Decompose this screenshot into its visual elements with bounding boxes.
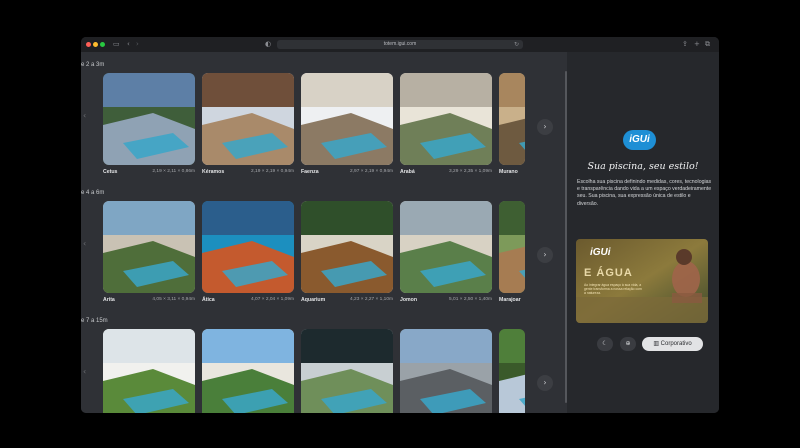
pool-card[interactable]: Arita 4,05 × 3,11 × 0,94m [103, 201, 195, 303]
pool-card[interactable] [103, 329, 195, 413]
pool-dimensions: 4,07 × 2,04 × 1,09m [251, 297, 294, 302]
corporate-button[interactable]: ▥ Corporativo [642, 337, 703, 351]
corporate-label: Corporativo [660, 341, 692, 347]
tab-overview-icon[interactable]: ⧉ [705, 39, 710, 50]
scroll-left-button[interactable]: ‹ [83, 236, 93, 252]
browser-titlebar: ▭ ‹ › ◐ totem.igui.com ↻ ⇪ + ⧉ [81, 37, 719, 52]
pool-photo[interactable] [301, 201, 393, 293]
pool-dimensions: 2,19 × 2,19 × 0,94m [251, 169, 294, 174]
pool-catalog: e 2 a 3m ‹ Cetus 2,19 × 2,11 × 0,86m Kéramos… [81, 52, 567, 413]
promo-title: E ÁGUA [584, 267, 633, 279]
pool-dimensions: 2,97 × 2,19 × 0,94m [350, 169, 393, 174]
pool-dimensions: 5,01 × 2,50 × 1,40m [449, 297, 492, 302]
pool-dimensions: 3,29 × 2,35 × 1,09m [449, 169, 492, 174]
sidebar-toggle-icon[interactable]: ▭ [113, 39, 120, 50]
moon-icon: ☾ [602, 340, 608, 347]
pool-photo[interactable] [499, 329, 525, 413]
pool-name: Marajoar [499, 297, 521, 303]
pool-photo[interactable] [400, 73, 492, 165]
building-icon: ▥ [653, 340, 659, 347]
shield-icon[interactable]: ◐ [265, 39, 271, 50]
scroll-right-button[interactable]: › [537, 375, 553, 391]
zoom-window-button[interactable] [100, 42, 105, 47]
pool-photo[interactable] [202, 201, 294, 293]
pool-photo[interactable] [103, 329, 195, 413]
new-tab-icon[interactable]: + [694, 39, 700, 50]
pool-card[interactable]: Faenza 2,97 × 2,19 × 0,94m [301, 73, 393, 175]
pool-dimensions: 4,05 × 3,11 × 0,94m [152, 297, 195, 302]
pool-photo[interactable] [499, 201, 525, 293]
pool-photo[interactable] [400, 201, 492, 293]
pool-photo[interactable] [400, 329, 492, 413]
pool-name: Jomon [400, 297, 418, 303]
tagline: Sua piscina, seu estilo! [587, 161, 699, 172]
minimize-window-button[interactable] [93, 42, 98, 47]
pool-card[interactable]: Kéramos 2,19 × 2,19 × 0,94m [202, 73, 294, 175]
pool-card[interactable]: Cetus 2,19 × 2,11 × 0,86m [103, 73, 195, 175]
pool-name: Murano [499, 169, 518, 175]
pool-card[interactable]: Ática 4,07 × 2,04 × 1,09m [202, 201, 294, 303]
scroll-right-button[interactable]: › [537, 247, 553, 263]
close-window-button[interactable] [86, 42, 91, 47]
pool-card[interactable] [301, 329, 393, 413]
pool-card[interactable] [202, 329, 294, 413]
pool-name: Faenza [301, 169, 319, 175]
forward-icon[interactable]: › [136, 39, 139, 50]
pool-photo[interactable] [202, 329, 294, 413]
back-icon[interactable]: ‹ [127, 39, 130, 50]
globe-icon: ⊕ [625, 340, 631, 347]
pool-photo[interactable] [301, 329, 393, 413]
browser-window: ▭ ‹ › ◐ totem.igui.com ↻ ⇪ + ⧉ e 2 a 3m ‹… [81, 37, 719, 413]
reload-icon[interactable]: ↻ [514, 39, 519, 50]
pool-photo[interactable] [103, 201, 195, 293]
pool-name: Ática [202, 297, 215, 303]
promo-image[interactable]: iGUi E ÁGUA Ao integrar água espaço à su… [576, 239, 708, 323]
pool-name: Arita [103, 297, 115, 303]
pool-card[interactable]: Arabá 3,29 × 2,35 × 1,09m [400, 73, 492, 175]
section-label: e 2 a 3m [81, 62, 105, 68]
pool-name: Aquarium [301, 297, 326, 303]
pool-dimensions: 4,23 × 2,27 × 1,10m [350, 297, 393, 302]
pool-photo[interactable] [301, 73, 393, 165]
language-button[interactable]: ⊕ [620, 337, 636, 351]
scroll-left-button[interactable]: ‹ [83, 108, 93, 124]
scroll-right-button[interactable]: › [537, 119, 553, 135]
pool-card[interactable]: Murano [499, 73, 567, 175]
description: Escolha sua piscina definindo medidas, c… [577, 179, 712, 207]
pool-card[interactable] [400, 329, 492, 413]
pool-photo[interactable] [202, 73, 294, 165]
url-text: totem.igui.com [383, 41, 417, 47]
share-icon[interactable]: ⇪ [682, 39, 688, 50]
promo-logo: iGUi [590, 247, 611, 258]
pool-card[interactable]: Jomon 5,01 × 2,50 × 1,40m [400, 201, 492, 303]
promo-body: Ao integrar água espaço à sua vida, a ge… [584, 283, 642, 296]
pool-photo[interactable] [499, 73, 525, 165]
igui-logo: iGUi [623, 130, 656, 150]
pool-dimensions: 2,19 × 2,11 × 0,86m [152, 169, 195, 174]
pool-name: Kéramos [202, 169, 225, 175]
pool-name: Cetus [103, 169, 118, 175]
pool-card[interactable]: Marajoar [499, 201, 567, 303]
pool-card[interactable] [499, 329, 567, 413]
section-label: e 7 a 15m [81, 318, 108, 324]
section-label: e 4 a 6m [81, 190, 105, 196]
pool-photo[interactable] [103, 73, 195, 165]
scroll-left-button[interactable]: ‹ [83, 364, 93, 380]
theme-toggle-button[interactable]: ☾ [597, 337, 613, 351]
address-bar[interactable]: totem.igui.com ↻ [277, 40, 523, 49]
brand-panel: iGUi Sua piscina, seu estilo! Escolha su… [567, 52, 719, 413]
pool-card[interactable]: Aquarium 4,23 × 2,27 × 1,10m [301, 201, 393, 303]
pool-name: Arabá [400, 169, 415, 175]
